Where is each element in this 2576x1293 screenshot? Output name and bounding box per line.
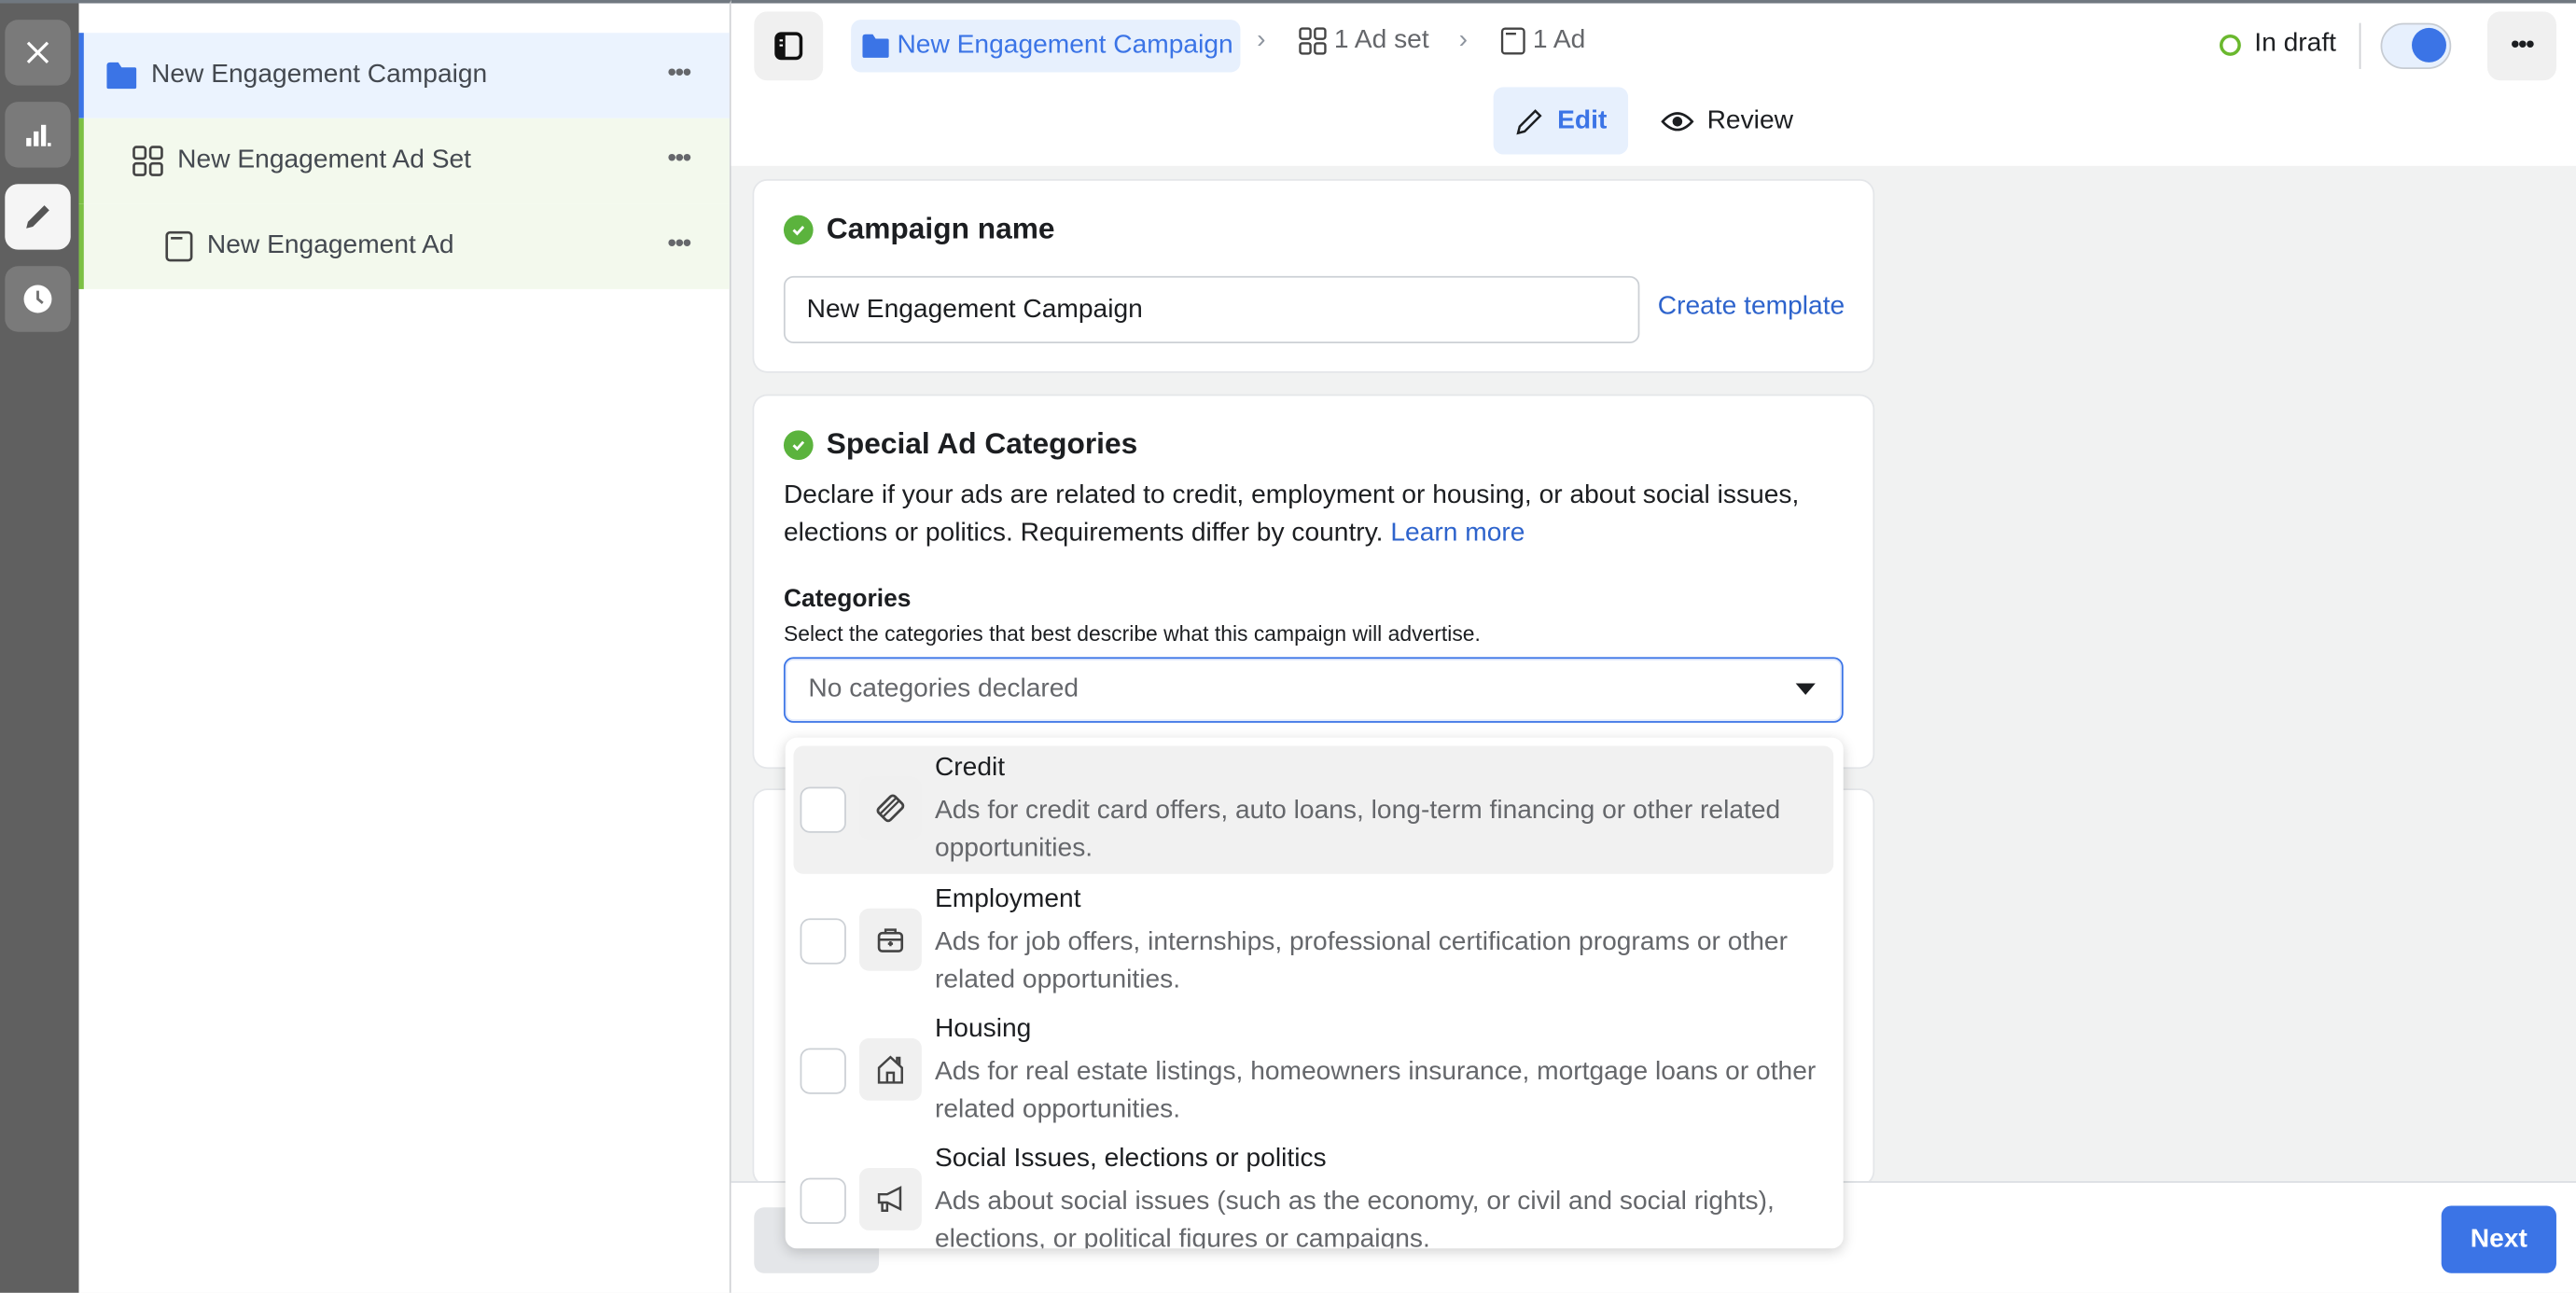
tree-item-label: New Engagement Ad Set [177,146,471,174]
app-window: New Engagement Campaign ••• New Engageme… [0,0,2576,1293]
clock-icon [23,285,52,313]
tab-edit-label: Edit [1557,105,1608,134]
check-circle-icon [783,429,814,460]
grid-icon [132,146,163,176]
option-title: Social Issues, elections or politics [934,1145,1327,1174]
social-issues-checkbox[interactable] [800,1177,846,1224]
close-icon [26,41,49,64]
house-icon [877,1055,903,1084]
breadcrumb-campaign[interactable]: New Engagement Campaign [851,20,1240,73]
megaphone-icon [877,1186,902,1213]
categories-select-value: No categories declared [808,674,1079,703]
close-button[interactable] [5,20,71,86]
campaign-tree-panel: New Engagement Campaign ••• New Engageme… [78,0,731,1293]
grid-icon [1299,27,1327,55]
card-title: Special Ad Categories [783,426,1138,462]
categories-help-text: Select the categories that best describe… [783,620,1481,646]
reporting-button[interactable] [5,102,71,168]
draft-status-icon [2220,34,2242,55]
toggle-knob [2412,27,2446,63]
tab-edit[interactable]: Edit [1493,87,1629,155]
left-rail [0,0,79,1293]
credit-card-icon [876,794,905,823]
check-circle-icon [783,214,814,244]
option-description: Ads for credit card offers, auto loans, … [934,797,1781,862]
special-ad-categories-card: Special Ad Categories Declare if your ad… [754,396,1873,768]
category-option-social-issues[interactable]: Social Issues, elections or politics Ads… [794,1137,1834,1249]
option-description: Ads about social issues (such as the eco… [934,1188,1775,1249]
more-options-button[interactable]: ••• [2487,11,2556,81]
caret-down-icon [1795,683,1816,695]
breadcrumb-ad[interactable]: 1 Ad [1500,26,1586,56]
employment-checkbox[interactable] [800,918,846,965]
ad-icon [1500,27,1525,55]
categories-label: Categories [783,584,912,613]
campaign-name-input[interactable] [783,275,1640,344]
adset-more-button[interactable]: ••• [667,145,691,174]
folder-icon [106,62,137,90]
chevron-right-icon: › [1458,26,1469,55]
description-text: Declare if your ads are related to credi… [783,480,1800,548]
category-option-housing[interactable]: Housing Ads for real estate listings, ho… [794,1007,1834,1134]
special-ad-title: Special Ad Categories [826,426,1138,461]
credit-checkbox[interactable] [800,786,846,833]
tab-review[interactable]: Review [1661,87,1793,154]
breadcrumb-campaign-label: New Engagement Campaign [897,31,1233,60]
campaign-more-button[interactable]: ••• [667,59,691,89]
breadcrumb-adset[interactable]: 1 Ad set [1298,26,1429,56]
folder-icon [862,34,889,58]
next-button[interactable]: Next [2441,1205,2556,1273]
campaign-name-title: Campaign name [826,212,1055,245]
category-option-credit[interactable]: Credit Ads for credit card offers, auto … [793,745,1834,874]
briefcase-icon [877,928,904,952]
bar-chart-icon [26,124,51,146]
history-button[interactable] [5,266,71,332]
status-badge: In draft [2220,30,2336,60]
option-description: Ads for job offers, internships, profess… [934,927,1788,994]
sidebar-icon [774,32,803,61]
eye-icon [1661,111,1694,131]
card-title: Campaign name [783,212,1055,246]
header: New Engagement Campaign › 1 Ad set › 1 A… [731,0,2576,166]
tree-item-label: New Engagement Ad [206,231,454,260]
create-template-link[interactable]: Create template [1658,292,1845,322]
special-ad-description: Declare if your ads are related to credi… [784,477,1835,552]
housing-checkbox[interactable] [800,1048,846,1094]
pencil-icon [1516,108,1542,134]
breadcrumb-ad-label: 1 Ad [1532,26,1586,55]
campaign-on-off-toggle[interactable] [2380,22,2452,69]
option-description: Ads for real estate listings, homeowners… [934,1058,1817,1123]
chevron-right-icon: › [1257,26,1266,55]
campaign-name-card: Campaign name Create template [754,180,1873,371]
tree-item-ad[interactable]: New Engagement Ad ••• [78,203,730,289]
sidebar-toggle-button[interactable] [754,11,824,81]
categories-select[interactable]: No categories declared [783,657,1844,723]
category-option-employment[interactable]: Employment Ads for job offers, internshi… [794,877,1834,1005]
categories-dropdown-menu: Credit Ads for credit card offers, auto … [785,737,1844,1249]
ad-more-button[interactable]: ••• [667,230,691,260]
status-text: In draft [2254,29,2336,58]
breadcrumb-adset-label: 1 Ad set [1333,26,1429,55]
divider [2359,22,2361,69]
option-title: Credit [934,754,1006,783]
tree-item-campaign[interactable]: New Engagement Campaign ••• [78,33,730,118]
tree-item-adset[interactable]: New Engagement Ad Set ••• [78,118,730,204]
option-title: Housing [934,1015,1032,1044]
option-title: Employment [934,885,1081,914]
edit-mode-button[interactable] [5,184,71,250]
pencil-icon [26,205,49,229]
tree-item-label: New Engagement Campaign [151,61,488,90]
learn-more-link[interactable]: Learn more [1390,519,1525,547]
tab-review-label: Review [1706,105,1793,134]
ad-icon [165,230,193,262]
